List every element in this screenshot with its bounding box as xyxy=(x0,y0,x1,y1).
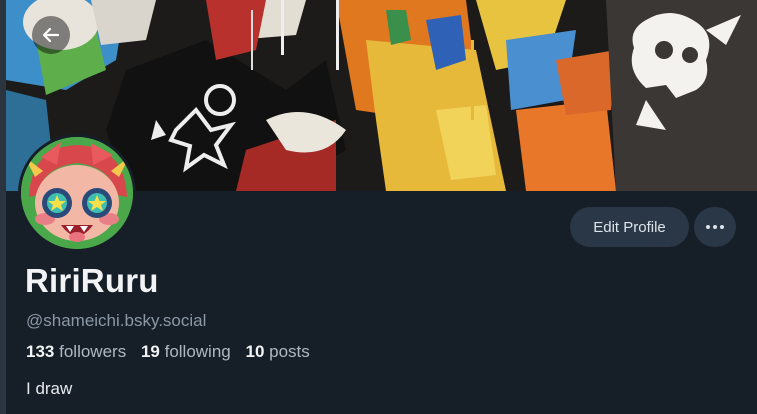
followers-label: followers xyxy=(59,342,127,361)
avatar-frame xyxy=(18,134,136,252)
more-options-button[interactable] xyxy=(694,207,736,247)
ellipsis-icon xyxy=(706,225,724,229)
avatar[interactable] xyxy=(21,137,133,249)
followers-count: 133 xyxy=(26,342,55,361)
profile-bio: I draw xyxy=(26,379,73,398)
display-name: RiriRuru xyxy=(25,262,159,299)
followers-stat[interactable]: 133 followers xyxy=(26,342,126,361)
arrow-left-icon xyxy=(42,27,60,43)
following-count: 19 xyxy=(140,342,160,361)
following-label: following xyxy=(164,342,231,361)
back-button[interactable] xyxy=(32,16,70,54)
avatar-illustration xyxy=(21,137,133,249)
edit-profile-button[interactable]: Edit Profile xyxy=(570,207,689,247)
profile-stats: 133 followers 19 following 10 posts xyxy=(26,342,320,362)
posts-label: posts xyxy=(269,342,310,361)
following-stat[interactable]: 19 following xyxy=(141,342,231,361)
posts-stat: 10 posts xyxy=(245,342,309,361)
posts-count: 10 xyxy=(245,342,265,361)
profile-handle: @shameichi.bsky.social xyxy=(26,311,207,330)
